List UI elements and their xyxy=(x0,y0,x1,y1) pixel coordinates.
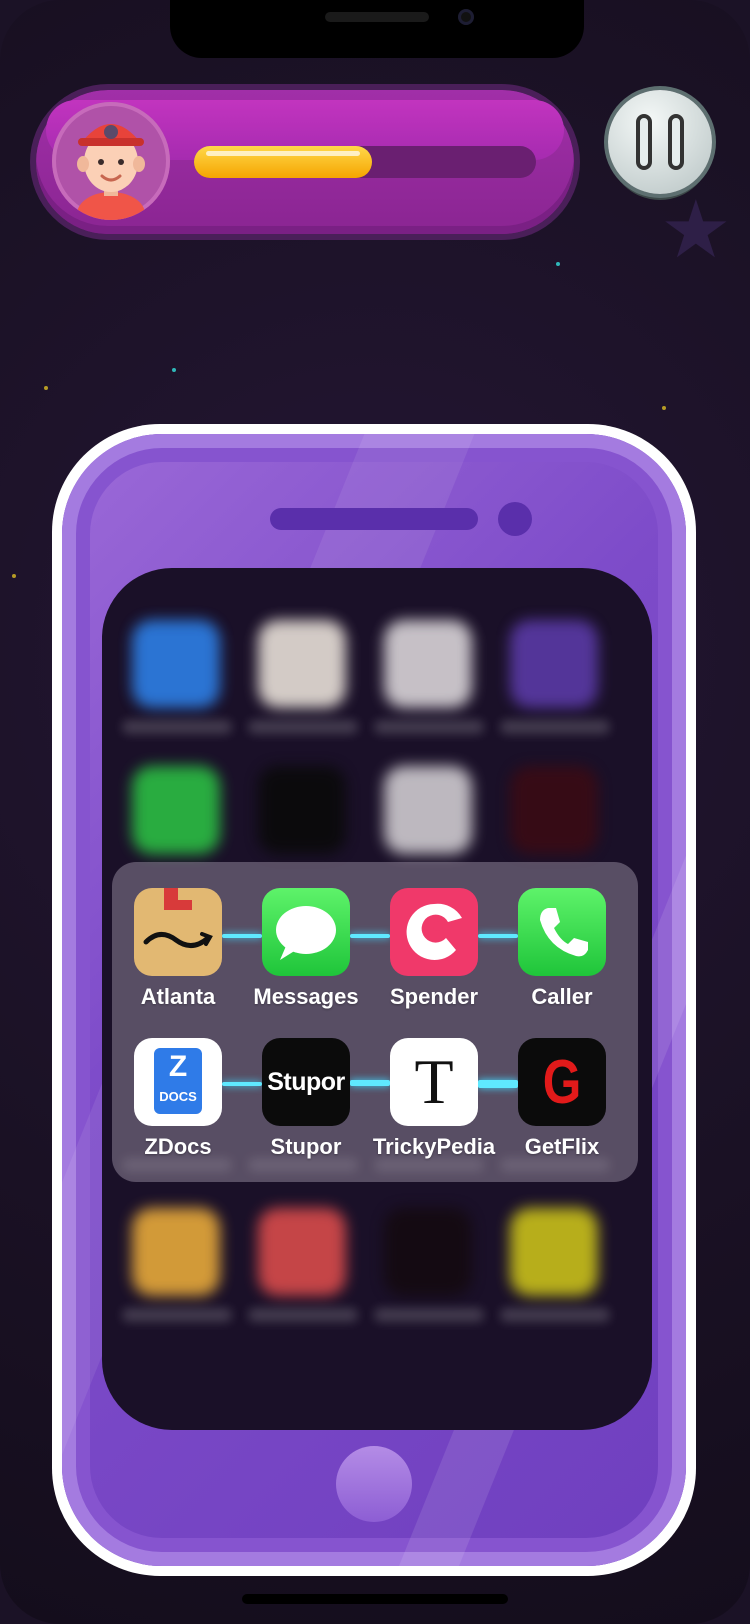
app-link-line xyxy=(478,934,518,938)
blurred-app-label xyxy=(248,720,358,734)
blurred-app-icon xyxy=(510,766,598,854)
blurred-app-label xyxy=(122,1308,232,1322)
stupor-wordmark: Stupor xyxy=(267,1067,345,1096)
blurred-app-icon xyxy=(132,620,220,708)
getflix-letter: G xyxy=(542,1047,582,1117)
app-label: Messages xyxy=(253,984,359,1009)
blurred-app-label xyxy=(500,720,610,734)
blurred-app-icon xyxy=(384,1208,472,1296)
app-label: Atlanta xyxy=(140,984,216,1009)
blurred-app-icon xyxy=(132,1208,220,1296)
blurred-app-label xyxy=(374,1308,484,1322)
app-label: ZDocs xyxy=(144,1134,212,1159)
app-label: Spender xyxy=(389,984,479,1009)
blurred-app-label xyxy=(248,1308,358,1322)
phone-icon xyxy=(518,888,606,976)
app-link-line xyxy=(222,934,262,938)
star-dot xyxy=(172,368,176,372)
camera-icon xyxy=(458,9,474,25)
blurred-app-label xyxy=(374,720,484,734)
speech-bubble-icon xyxy=(262,888,350,976)
blurred-app-icon xyxy=(510,1208,598,1296)
app-label: Caller xyxy=(531,984,593,1009)
blurred-app-icon xyxy=(258,620,346,708)
home-indicator xyxy=(242,1594,508,1604)
star-dot xyxy=(44,386,48,390)
level-progress-fill xyxy=(194,146,372,178)
star-icon: ★ xyxy=(660,185,732,274)
bird-logo-icon xyxy=(390,888,478,976)
blurred-app-icon xyxy=(258,766,346,854)
speech-bubble-glyph xyxy=(276,906,336,960)
blurred-app-label xyxy=(122,720,232,734)
app-label: GetFlix xyxy=(524,1134,600,1159)
star-dot xyxy=(12,574,16,578)
home-button[interactable] xyxy=(336,1446,412,1522)
trickypedia-letter: T xyxy=(414,1046,454,1117)
star-dot xyxy=(662,406,666,410)
speaker-grill xyxy=(325,12,429,22)
device-notch xyxy=(170,0,584,58)
document-icon: Z DOCS xyxy=(134,1038,222,1126)
pause-icon-bar xyxy=(668,114,684,170)
boy-red-cap-avatar-icon xyxy=(77,124,145,220)
letter-g-icon: G xyxy=(518,1038,606,1126)
phone-camera-icon xyxy=(498,502,532,536)
level-progress-track xyxy=(194,146,536,178)
letter-t-icon: T xyxy=(390,1038,478,1126)
blurred-app-icon xyxy=(258,1208,346,1296)
phone-handset-glyph xyxy=(540,908,588,957)
blurred-app-icon xyxy=(132,766,220,854)
blurred-app-icon xyxy=(384,620,472,708)
blurred-app-icon xyxy=(510,620,598,708)
star-dot xyxy=(556,262,560,266)
phone-speaker xyxy=(270,508,478,530)
app-label: Stupor xyxy=(270,1134,342,1159)
app-link-line xyxy=(350,1080,390,1086)
app-link-line xyxy=(222,1082,262,1086)
blurred-app-label xyxy=(500,1308,610,1322)
smile-arrow-icon xyxy=(143,932,213,948)
zdocs-letter: Z xyxy=(168,1050,188,1083)
shopping-box-icon xyxy=(134,888,222,976)
app-link-line xyxy=(478,1080,518,1088)
app-link-line xyxy=(350,934,390,938)
zdocs-word: DOCS xyxy=(159,1089,197,1104)
pause-icon xyxy=(636,114,652,170)
pause-button[interactable] xyxy=(608,90,712,194)
stupor-wordmark-icon: Stupor xyxy=(262,1038,350,1126)
blurred-app-icon xyxy=(384,766,472,854)
bird-glyph xyxy=(406,903,462,960)
app-label: TrickyPedia xyxy=(372,1134,496,1159)
player-avatar xyxy=(52,102,170,220)
